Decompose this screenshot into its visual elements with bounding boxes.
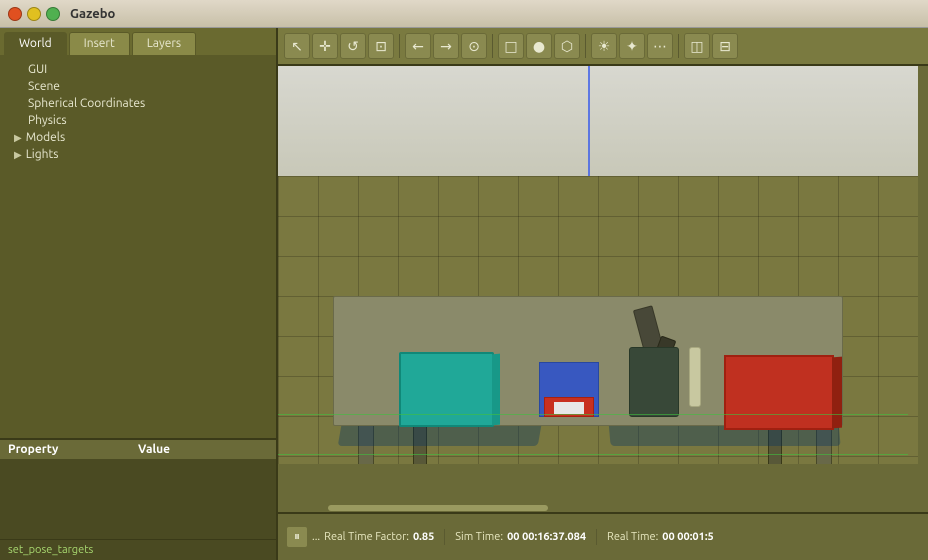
sidebar-item-models[interactable]: ▶ Models xyxy=(0,129,276,146)
scrollbar-bottom[interactable] xyxy=(278,504,918,512)
maximize-button[interactable] xyxy=(46,7,60,21)
property-rows xyxy=(0,459,276,539)
status-sep-2 xyxy=(596,529,597,545)
sidebar-tree: GUI Scene Spherical Coordinates Physics … xyxy=(0,55,276,438)
models-arrow: ▶ xyxy=(14,132,22,144)
sidebar-item-gui[interactable]: GUI xyxy=(0,61,276,78)
scrollbar-right[interactable] xyxy=(918,66,928,512)
bottle xyxy=(689,347,701,407)
sidebar-item-scene[interactable]: Scene xyxy=(0,78,276,95)
axis-line xyxy=(588,66,590,178)
window-controls xyxy=(8,7,60,21)
undo-button[interactable]: ← xyxy=(405,33,431,59)
status-dots: ... xyxy=(312,531,320,543)
status-sep-1 xyxy=(444,529,445,545)
sidebar-item-spherical[interactable]: Spherical Coordinates xyxy=(0,95,276,112)
real-time-value: 00 00:01:5 xyxy=(662,531,713,543)
close-button[interactable] xyxy=(8,7,22,21)
floor-grid-line-2 xyxy=(278,454,908,455)
small-box-container xyxy=(539,362,599,417)
sim-time-label: Sim Time: xyxy=(455,531,503,543)
titlebar: Gazebo xyxy=(0,0,928,28)
scale-tool-button[interactable]: ⊡ xyxy=(368,33,394,59)
screenshot-button[interactable]: ◫ xyxy=(684,33,710,59)
spot-light-button[interactable]: ⋯ xyxy=(647,33,673,59)
real-time-factor-value: 0.85 xyxy=(413,531,434,543)
dir-light-button[interactable]: ✦ xyxy=(619,33,645,59)
snap-button[interactable]: ⊙ xyxy=(461,33,487,59)
floor-grid-line-1 xyxy=(278,414,908,415)
red-box xyxy=(724,355,834,430)
redo-button[interactable]: → xyxy=(433,33,459,59)
status-bar: ⏸ ... Real Time Factor: 0.85 Sim Time: 0… xyxy=(278,512,928,560)
minimize-button[interactable] xyxy=(27,7,41,21)
sim-time-value: 00 00:16:37.084 xyxy=(507,531,586,543)
pause-button[interactable]: ⏸ xyxy=(286,526,308,548)
main-layout: World Insert Layers GUI Scene Spherical … xyxy=(0,28,928,560)
real-time-factor-label: Real Time Factor: xyxy=(324,531,409,543)
tab-insert[interactable]: Insert xyxy=(69,32,130,55)
lights-arrow: ▶ xyxy=(14,149,22,161)
select-tool-button[interactable]: ↖ xyxy=(284,33,310,59)
models-label: Models xyxy=(26,131,65,144)
sphere-shape-button[interactable]: ● xyxy=(526,33,552,59)
move-tool-button[interactable]: ✛ xyxy=(312,33,338,59)
robot-body xyxy=(629,347,679,417)
value-col-header: Value xyxy=(138,443,268,456)
record-button[interactable]: ⊟ xyxy=(712,33,738,59)
toolbar-sep-4 xyxy=(678,34,679,58)
cyan-box xyxy=(399,352,494,427)
tab-world[interactable]: World xyxy=(4,32,67,55)
tab-bar: World Insert Layers xyxy=(0,28,276,55)
toolbar-sep-3 xyxy=(585,34,586,58)
3d-viewport[interactable] xyxy=(278,66,928,512)
rotate-tool-button[interactable]: ↺ xyxy=(340,33,366,59)
sidebar-item-physics[interactable]: Physics xyxy=(0,112,276,129)
sidebar: World Insert Layers GUI Scene Spherical … xyxy=(0,28,278,560)
robot-arm xyxy=(619,317,699,417)
tab-layers[interactable]: Layers xyxy=(132,32,196,55)
small-box-white xyxy=(554,402,584,414)
toolbar-sep-1 xyxy=(399,34,400,58)
real-time-label: Real Time: xyxy=(607,531,658,543)
property-header: Property Value xyxy=(0,440,276,459)
table-surface xyxy=(333,296,843,426)
point-light-button[interactable]: ☀ xyxy=(591,33,617,59)
property-col-header: Property xyxy=(8,443,138,456)
cylinder-shape-button[interactable]: ⬡ xyxy=(554,33,580,59)
viewport-area: ↖ ✛ ↺ ⊡ ← → ⊙ □ ● ⬡ ☀ ✦ ⋯ ◫ ⊟ xyxy=(278,28,928,560)
lights-label: Lights xyxy=(26,148,59,161)
window-title: Gazebo xyxy=(70,7,115,21)
sidebar-bottom-label: set_pose_targets xyxy=(0,539,276,560)
sky-area xyxy=(278,66,918,176)
scrollbar-thumb-horizontal[interactable] xyxy=(328,505,548,511)
toolbar: ↖ ✛ ↺ ⊡ ← → ⊙ □ ● ⬡ ☀ ✦ ⋯ ◫ ⊟ xyxy=(278,28,928,66)
box-shape-button[interactable]: □ xyxy=(498,33,524,59)
property-panel: Property Value xyxy=(0,438,276,539)
toolbar-sep-2 xyxy=(492,34,493,58)
sidebar-item-lights[interactable]: ▶ Lights xyxy=(0,146,276,163)
floor-area xyxy=(278,176,918,464)
